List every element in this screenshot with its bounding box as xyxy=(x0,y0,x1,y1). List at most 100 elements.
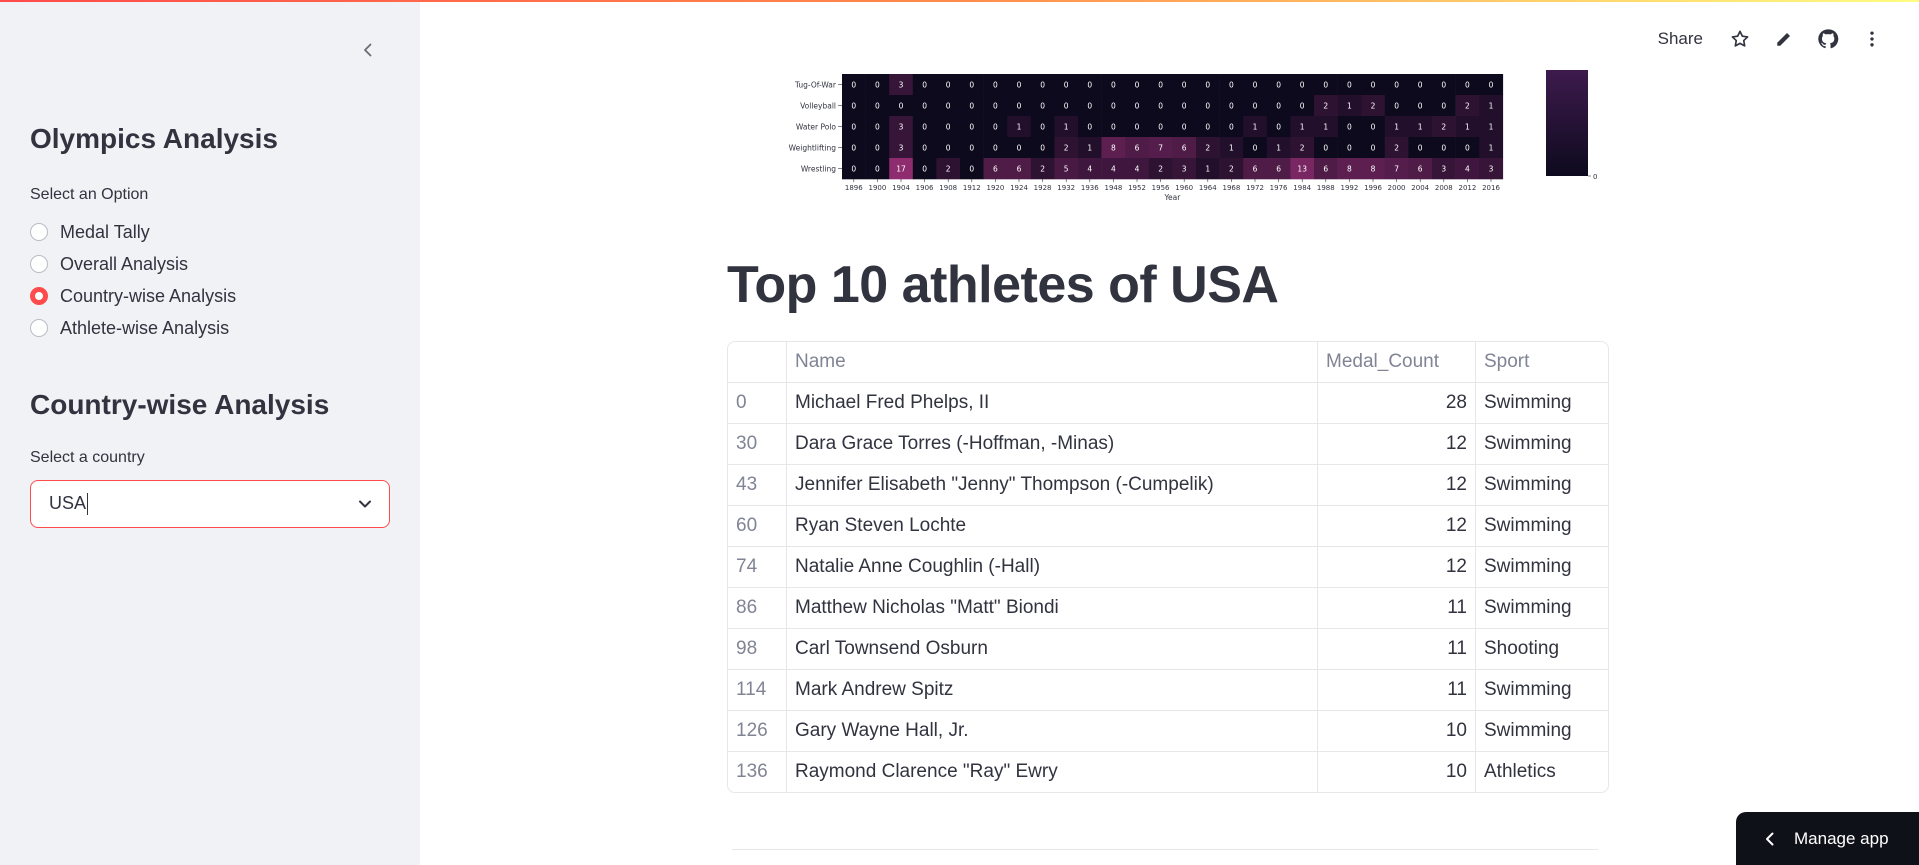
radio-button[interactable] xyxy=(30,223,48,241)
row-index: 74 xyxy=(728,546,787,588)
collapse-sidebar-button[interactable] xyxy=(354,36,382,64)
heatmap-cell-label: 0 xyxy=(1111,81,1116,90)
heatmap-cell-label: 6 xyxy=(1253,165,1258,174)
heatmap-cell-label: 4 xyxy=(1135,165,1140,174)
row-index: 114 xyxy=(728,669,787,711)
heatmap-cell-label: 0 xyxy=(1182,123,1187,132)
section-title: Country-wise Analysis xyxy=(30,389,330,420)
heatmap-cell-label: 0 xyxy=(969,144,974,153)
top-accent-bar xyxy=(0,0,1919,2)
table-row[interactable]: 74 Natalie Anne Coughlin (-Hall) 12 Swimmin… xyxy=(728,546,1608,588)
table-row[interactable]: 114 Mark Andrew Spitz 11 Swimming xyxy=(728,669,1608,711)
heatmap-cell-label: 1 xyxy=(1300,123,1305,132)
table-row[interactable]: 60 Ryan Steven Lochte 12 Swimming xyxy=(728,505,1608,547)
heatmap-cell-label: 6 xyxy=(993,165,998,174)
table-row[interactable]: 126 Gary Wayne Hall, Jr. 10 Swimming xyxy=(728,710,1608,752)
row-index: 126 xyxy=(728,710,787,752)
heatmap-cell-label: 1 xyxy=(1465,123,1470,132)
column-header-index[interactable] xyxy=(728,342,787,383)
heatmap-cell-label: 6 xyxy=(1276,165,1281,174)
heatmap-cell-label: 1 xyxy=(1205,165,1210,174)
heatmap-cell-label: 2 xyxy=(1158,165,1163,174)
heatmap-cell-label: 7 xyxy=(1158,144,1163,153)
heatmap-cell-label: 0 xyxy=(1205,102,1210,111)
radio-button[interactable] xyxy=(30,319,48,337)
table-row[interactable]: 43 Jennifer Elisabeth "Jenny" Thompson (-… xyxy=(728,464,1608,506)
heatmap-cell-label: 0 xyxy=(1040,81,1045,90)
radio-overall-analysis[interactable]: Overall Analysis xyxy=(30,248,236,280)
medal-count: 12 xyxy=(1317,423,1476,465)
heatmap-cell-label: 0 xyxy=(875,102,880,111)
radio-medal-tally[interactable]: Medal Tally xyxy=(30,216,236,248)
table-row[interactable]: 0 Michael Fred Phelps, II 28 Swimming xyxy=(728,382,1608,424)
radio-button[interactable] xyxy=(30,255,48,273)
medal-heatmap: Tug-Of-War 0 0 3 0 0 0 0 0 0 0 0 0 0 0 0 0 0 0 0 0 0 0 0 0 0 0 0 0 Vo… xyxy=(780,66,1610,210)
athlete-name: Ryan Steven Lochte xyxy=(786,505,1318,547)
table-row[interactable]: 98 Carl Townsend Osburn 11 Shooting xyxy=(728,628,1608,670)
heatmap-cell-label: 0 xyxy=(1205,123,1210,132)
heatmap-x-tick-label: 1964 xyxy=(1199,184,1217,192)
heatmap-cell-label: 0 xyxy=(1229,102,1234,111)
sport: Swimming xyxy=(1475,505,1608,547)
edit-icon[interactable] xyxy=(1773,28,1795,50)
radio-button-selected[interactable] xyxy=(30,287,48,305)
heatmap-cell-label: 8 xyxy=(1347,165,1352,174)
heatmap-cell-label: 0 xyxy=(1017,81,1022,90)
heatmap-cell-label: 1 xyxy=(1064,123,1069,132)
radio-label: Country-wise Analysis xyxy=(60,285,237,306)
heatmap-x-tick-label: 1912 xyxy=(963,184,981,192)
table-row[interactable]: 30 Dara Grace Torres (-Hoffman, -Minas) 12… xyxy=(728,423,1608,465)
heatmap-cell-label: 2 xyxy=(1371,102,1376,111)
heatmap-cell-label: 8 xyxy=(1371,165,1376,174)
sport: Swimming xyxy=(1475,464,1608,506)
heatmap-x-axis-label: Year xyxy=(1163,193,1181,202)
column-header-sport[interactable]: Sport xyxy=(1475,342,1608,383)
heatmap-cell-label: 0 xyxy=(899,102,904,111)
column-header-name[interactable]: Name xyxy=(786,342,1318,383)
heatmap-cell-label: 1 xyxy=(1017,123,1022,132)
heatmap-cell-label: 5 xyxy=(1064,165,1069,174)
heatmap-cell-label: 1 xyxy=(1347,102,1352,111)
radio-athlete-wise-analysis[interactable]: Athlete-wise Analysis xyxy=(30,312,236,344)
heatmap-x-tick-label: 1976 xyxy=(1270,184,1288,192)
heatmap-cell-label: 0 xyxy=(1229,81,1234,90)
more-icon[interactable] xyxy=(1861,28,1883,50)
heatmap-cell-label: 0 xyxy=(1300,81,1305,90)
row-index: 43 xyxy=(728,464,787,506)
manage-app-button[interactable]: Manage app xyxy=(1736,812,1919,865)
heatmap-cell-label: 4 xyxy=(1465,165,1470,174)
heatmap-cell-label: 6 xyxy=(1182,144,1187,153)
heatmap-cell-label: 0 xyxy=(851,102,856,111)
heatmap-x-tick-label: 1956 xyxy=(1152,184,1170,192)
heatmap-x-tick-label: 1984 xyxy=(1293,184,1311,192)
table-row[interactable]: 136 Raymond Clarence "Ray" Ewry 10 Athletic… xyxy=(728,751,1608,792)
column-header-medal-count[interactable]: Medal_Count xyxy=(1317,342,1476,383)
heatmap-cell-label: 0 xyxy=(1253,102,1258,111)
table-row[interactable]: 86 Matthew Nicholas "Matt" Biondi 11 Swimmi… xyxy=(728,587,1608,629)
heatmap-row-label: Wrestling xyxy=(801,165,836,174)
heatmap-cell-label: 0 xyxy=(1017,144,1022,153)
sport: Athletics xyxy=(1484,761,1556,782)
country-select[interactable]: USA xyxy=(30,480,390,528)
heatmap-cell-label: 3 xyxy=(899,81,904,90)
heatmap-cell-label: 0 xyxy=(969,165,974,174)
radio-country-wise-analysis[interactable]: Country-wise Analysis xyxy=(30,280,236,312)
heatmap-row-label: Tug-Of-War xyxy=(794,81,837,90)
athlete-name: Jennifer Elisabeth "Jenny" Thompson (-Cu… xyxy=(786,464,1318,506)
heatmap-cell-label: 0 xyxy=(1040,144,1045,153)
athlete-name: Raymond Clarence "Ray" Ewry xyxy=(786,751,1318,792)
athlete-name: Gary Wayne Hall, Jr. xyxy=(786,710,1318,752)
heatmap-cell-label: 0 xyxy=(1205,81,1210,90)
github-icon[interactable] xyxy=(1817,28,1839,50)
heatmap-cell-label: 1 xyxy=(1394,123,1399,132)
heatmap-cell-label: 13 xyxy=(1297,165,1307,174)
heatmap-cell-label: 0 xyxy=(1182,102,1187,111)
heatmap-cell-label: 0 xyxy=(1465,144,1470,153)
sport: Swimming xyxy=(1475,587,1608,629)
star-icon[interactable] xyxy=(1729,28,1751,50)
table-header-row: Name Medal_Count Sport xyxy=(728,342,1608,383)
sport: Swimming xyxy=(1475,546,1608,588)
heatmap-cell-label: 0 xyxy=(969,102,974,111)
heatmap-cell-label: 17 xyxy=(896,165,906,174)
share-button[interactable]: Share xyxy=(1658,29,1703,49)
